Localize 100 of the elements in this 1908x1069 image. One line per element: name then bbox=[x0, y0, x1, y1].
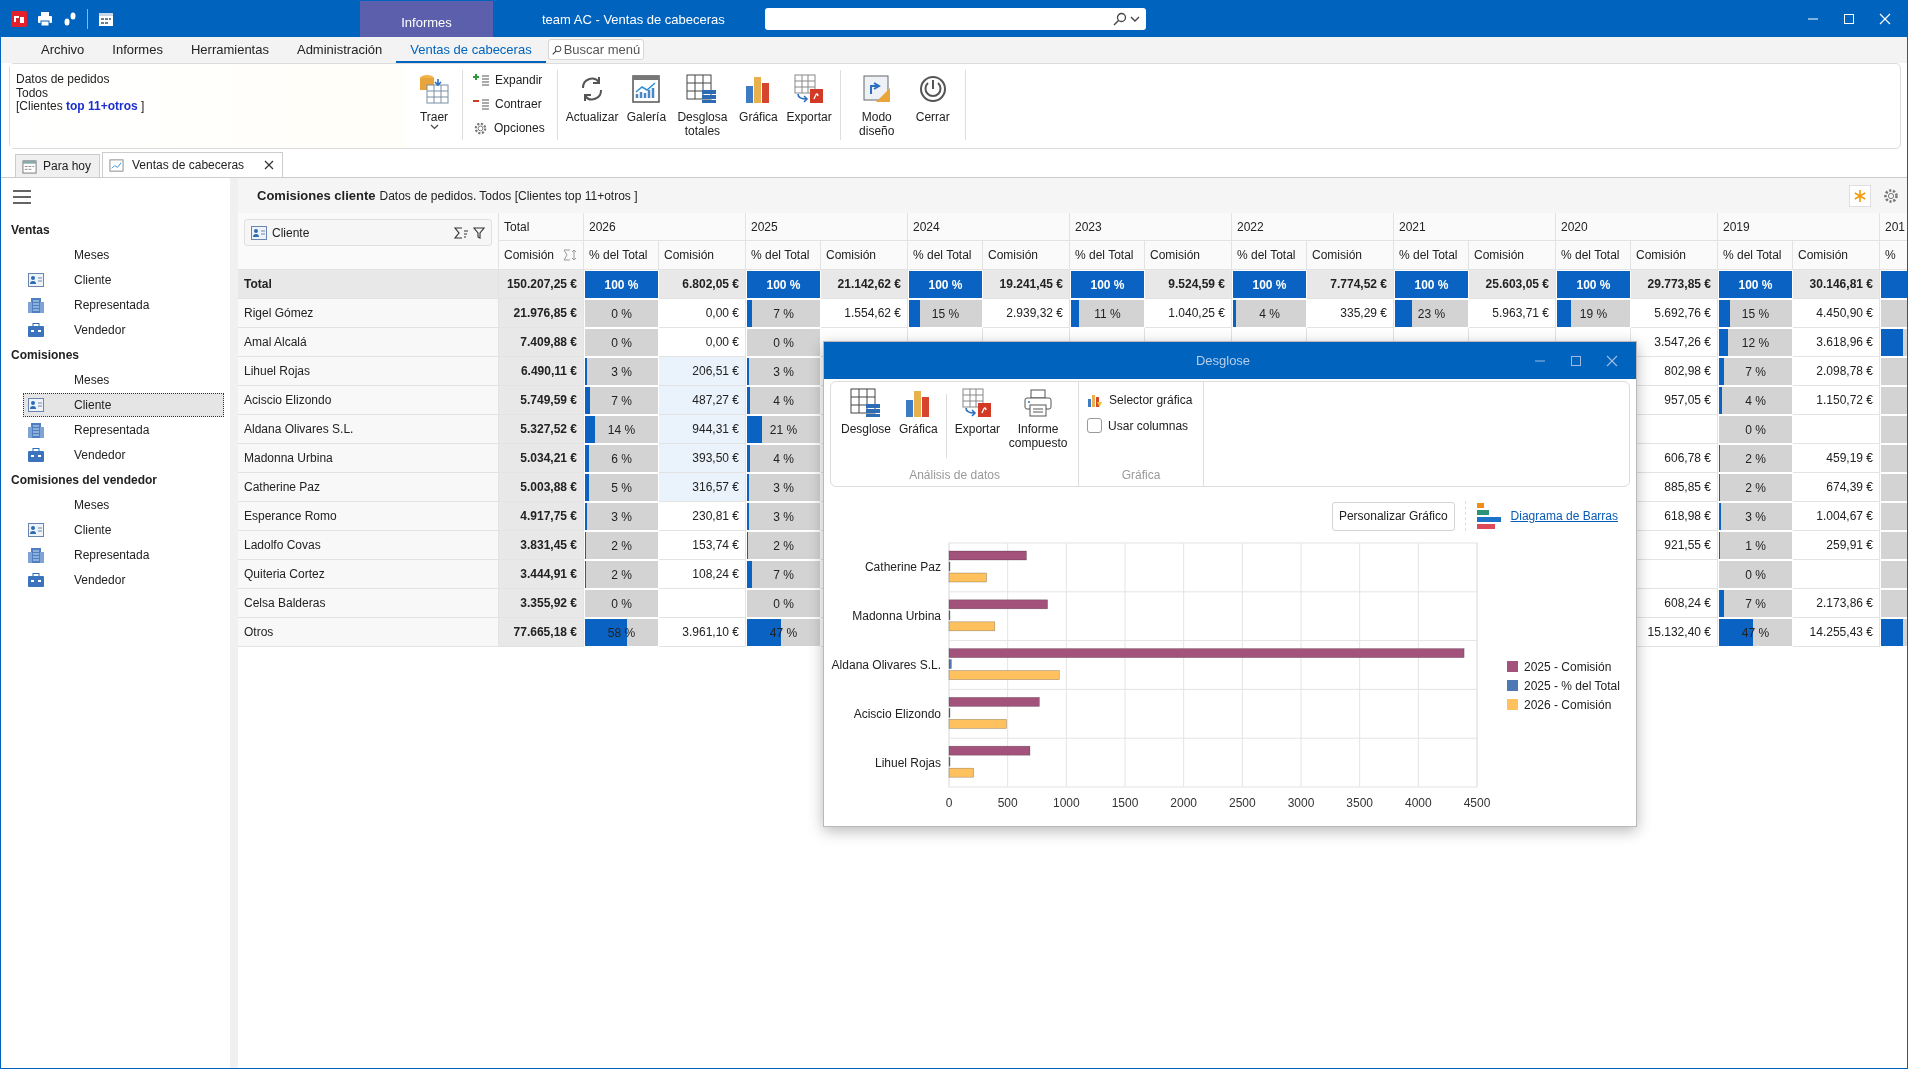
contact-card-icon bbox=[28, 272, 44, 288]
column-header[interactable]: % bbox=[1880, 241, 1907, 270]
category-label: Aldana Olivares S.L. bbox=[831, 658, 941, 672]
percent-text: 2 % bbox=[1745, 480, 1766, 495]
percent-text: 3 % bbox=[773, 480, 794, 495]
chart-type-link[interactable]: Diagrama de Barras bbox=[1510, 509, 1618, 523]
maximize-icon[interactable] bbox=[1570, 354, 1582, 367]
ribbon-button[interactable]: Cerrar bbox=[908, 74, 957, 124]
column-header[interactable]: % del Total bbox=[746, 241, 821, 270]
column-header[interactable]: Comisión bbox=[1307, 241, 1394, 270]
search-field[interactable] bbox=[765, 8, 1146, 30]
ribbon-button[interactable]: Expandir bbox=[473, 70, 543, 90]
footprints-icon[interactable] bbox=[63, 11, 77, 27]
tick-label: 2000 bbox=[1170, 796, 1197, 810]
ribbon-button[interactable]: Exportar bbox=[782, 74, 836, 124]
column-header[interactable]: % del Total bbox=[584, 241, 659, 270]
chevron-down-icon[interactable] bbox=[1130, 15, 1140, 23]
column-header: 2026 bbox=[584, 213, 746, 241]
percent-text: 6 % bbox=[611, 451, 632, 466]
sidebar-item[interactable]: Representada bbox=[23, 293, 224, 317]
app-icon[interactable] bbox=[11, 11, 27, 27]
table-cell: 21.142,62 € bbox=[821, 270, 908, 299]
column-header[interactable]: % del Total bbox=[1394, 241, 1469, 270]
sidebar-item[interactable]: Cliente bbox=[23, 268, 224, 292]
calendar-icon[interactable] bbox=[98, 11, 114, 27]
ribbon-button[interactable]: Modo diseño bbox=[844, 74, 909, 138]
sidebar-item[interactable]: Vendedor bbox=[23, 443, 224, 467]
column-header[interactable]: Comisión bbox=[659, 241, 746, 270]
table-cell: 9.524,59 € bbox=[1145, 270, 1232, 299]
column-header[interactable]: % del Total bbox=[1070, 241, 1145, 270]
ribbon-button[interactable]: Gráfica bbox=[734, 74, 783, 124]
horizontal-bar-chart-icon bbox=[1476, 503, 1501, 529]
ribbon-button[interactable]: Actualizar bbox=[561, 74, 623, 124]
context-tab[interactable]: Informes bbox=[360, 1, 493, 37]
ribbon-button[interactable]: Galería bbox=[622, 74, 671, 124]
field-chip[interactable]: Cliente bbox=[244, 219, 492, 246]
column-header: 2019 bbox=[1718, 213, 1880, 241]
percent-text: 3 % bbox=[611, 509, 632, 524]
column-header: Total bbox=[499, 213, 584, 241]
table-cell: 4.917,75 € bbox=[499, 502, 584, 531]
chart-selector-button[interactable]: Selector gráfica bbox=[1087, 392, 1194, 408]
column-header[interactable]: Comisión bbox=[1469, 241, 1556, 270]
ribbon-button[interactable]: Informe compuesto bbox=[1004, 388, 1073, 468]
column-header[interactable]: Comisión bbox=[1793, 241, 1880, 270]
gear-icon bbox=[473, 120, 488, 136]
checkbox[interactable]: Usar columnas bbox=[1087, 418, 1194, 433]
menu-search-field[interactable]: Buscar menú bbox=[547, 39, 644, 60]
ribbon-button[interactable]: Gráfica bbox=[895, 388, 942, 468]
table-cell: 5.327,52 € bbox=[499, 415, 584, 444]
percent-text: 7 % bbox=[1745, 596, 1766, 611]
ribbon-button[interactable]: Desglose bbox=[837, 388, 896, 468]
table-grid-icon bbox=[686, 74, 719, 104]
percent-text: 0 % bbox=[611, 596, 632, 611]
table-cell: Catherine Paz bbox=[238, 473, 499, 502]
document-tab[interactable]: Ventas de cabeceras bbox=[102, 152, 284, 177]
sidebar-item[interactable]: Cliente bbox=[23, 393, 224, 417]
sidebar-item[interactable]: Meses bbox=[23, 368, 224, 392]
settings-icon[interactable] bbox=[1883, 187, 1899, 204]
sidebar-item[interactable]: Vendedor bbox=[23, 568, 224, 592]
sidebar-item[interactable]: Vendedor bbox=[23, 318, 224, 342]
ribbon-button[interactable]: Contraer bbox=[473, 94, 542, 114]
sidebar-item[interactable]: Meses bbox=[23, 493, 224, 517]
ribbon-button[interactable]: Desglosa totales bbox=[670, 74, 735, 138]
menu-tab[interactable]: Herramientas bbox=[176, 39, 283, 63]
percent-text: 2 % bbox=[611, 567, 632, 582]
column-header[interactable]: Comisión bbox=[983, 241, 1070, 270]
sidebar-item[interactable]: Meses bbox=[23, 243, 224, 267]
column-header[interactable]: % del Total bbox=[1556, 241, 1631, 270]
close-icon[interactable] bbox=[264, 160, 275, 170]
category-label: Aciscio Elizondo bbox=[853, 706, 941, 721]
column-header[interactable]: % del Total bbox=[908, 241, 983, 270]
ribbon-button[interactable]: Opciones bbox=[473, 118, 545, 138]
percent-text: 0 % bbox=[773, 596, 794, 611]
column-header[interactable]: Comisión bbox=[821, 241, 908, 270]
menu-tab[interactable]: Informes bbox=[98, 39, 177, 63]
column-header[interactable]: % del Total bbox=[1232, 241, 1307, 270]
menu-tab[interactable]: Archivo bbox=[27, 39, 99, 63]
group-label: Análisis de datos bbox=[908, 468, 1001, 484]
ribbon-button[interactable]: Exportar bbox=[950, 388, 1005, 468]
sidebar-item[interactable]: Cliente bbox=[23, 518, 224, 542]
sidebar-item[interactable]: Representada bbox=[23, 418, 224, 442]
menu-icon[interactable] bbox=[13, 190, 31, 204]
filter-icon[interactable] bbox=[473, 226, 485, 239]
table-cell: Madonna Urbina bbox=[238, 444, 499, 473]
ribbon-button[interactable]: Traer bbox=[410, 74, 458, 136]
percent-text: 0 % bbox=[1745, 567, 1766, 582]
column-header[interactable]: % del Total bbox=[1718, 241, 1793, 270]
sidebar-item[interactable]: Representada bbox=[23, 543, 224, 567]
table-cell: Lihuel Rojas bbox=[238, 357, 499, 386]
document-tab[interactable]: Para hoy bbox=[15, 154, 101, 177]
sum-icon[interactable] bbox=[454, 226, 468, 239]
customize-chart-button[interactable]: Personalizar Gráfico bbox=[1331, 501, 1455, 531]
search-icon[interactable] bbox=[1113, 12, 1127, 26]
menu-tab[interactable]: Administración bbox=[282, 39, 397, 63]
print-icon[interactable] bbox=[37, 11, 53, 27]
percent-text: 0 % bbox=[611, 306, 632, 321]
column-header[interactable]: Comisión bbox=[1631, 241, 1718, 270]
contact-card-icon bbox=[28, 522, 44, 538]
column-header[interactable]: Comisión bbox=[499, 241, 584, 270]
column-header[interactable]: Comisión bbox=[1145, 241, 1232, 270]
